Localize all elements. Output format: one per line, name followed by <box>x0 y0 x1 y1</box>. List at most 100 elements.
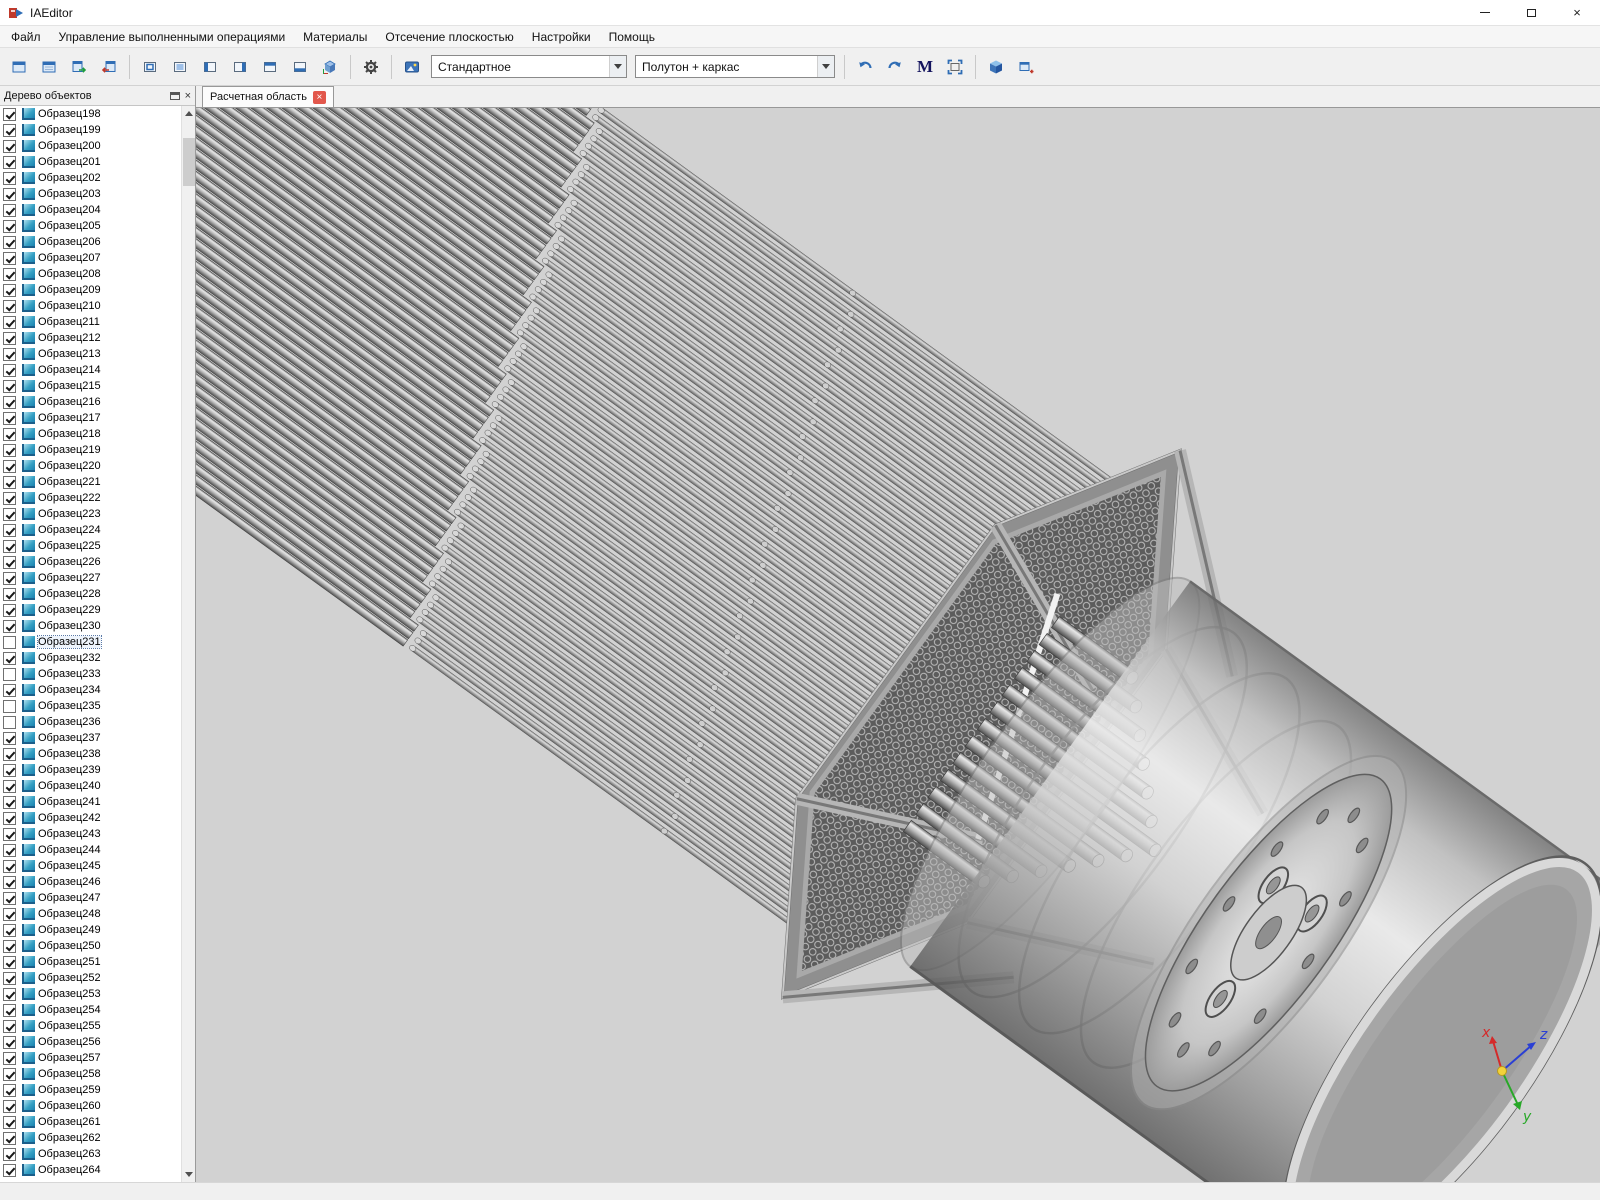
item-checkbox[interactable] <box>3 956 16 969</box>
tree-item[interactable]: Образец259 <box>0 1082 181 1098</box>
item-checkbox[interactable] <box>3 172 16 185</box>
computational-model-canvas[interactable]: xzy <box>196 108 1600 1182</box>
open-scene-button[interactable] <box>5 53 33 81</box>
tree-item[interactable]: Образец215 <box>0 378 181 394</box>
item-checkbox[interactable] <box>3 508 16 521</box>
tree-item[interactable]: Образец249 <box>0 922 181 938</box>
item-checkbox[interactable] <box>3 1068 16 1081</box>
tree-item[interactable]: Образец241 <box>0 794 181 810</box>
view-preset-dropdown-button[interactable] <box>609 56 626 77</box>
materials-button[interactable]: M <box>911 53 939 81</box>
item-checkbox[interactable] <box>3 252 16 265</box>
item-checkbox[interactable] <box>3 1164 16 1177</box>
item-checkbox[interactable] <box>3 876 16 889</box>
tree-item[interactable]: Образец233 <box>0 666 181 682</box>
tree-item[interactable]: Образец217 <box>0 410 181 426</box>
item-checkbox[interactable] <box>3 668 16 681</box>
tree-item[interactable]: Образец261 <box>0 1114 181 1130</box>
tree-item[interactable]: Образец212 <box>0 330 181 346</box>
redo-button[interactable] <box>881 53 909 81</box>
view-preset-select[interactable]: Стандартное <box>431 55 627 78</box>
tree-item[interactable]: Образец260 <box>0 1098 181 1114</box>
tree-item[interactable]: Образец229 <box>0 602 181 618</box>
menu-item[interactable]: Настройки <box>523 26 600 48</box>
tree-item[interactable]: Образец211 <box>0 314 181 330</box>
view-bottom-button[interactable] <box>286 53 314 81</box>
item-checkbox[interactable] <box>3 156 16 169</box>
tree-item[interactable]: Образец262 <box>0 1130 181 1146</box>
item-checkbox[interactable] <box>3 700 16 713</box>
tree-item[interactable]: Образец237 <box>0 730 181 746</box>
menu-item[interactable]: Материалы <box>294 26 376 48</box>
tree-item[interactable]: Образец210 <box>0 298 181 314</box>
item-checkbox[interactable] <box>3 332 16 345</box>
menu-item[interactable]: Управление выполненными операциями <box>50 26 295 48</box>
tree-item[interactable]: Образец223 <box>0 506 181 522</box>
tree-item[interactable]: Образец205 <box>0 218 181 234</box>
tree-item[interactable]: Образец203 <box>0 186 181 202</box>
menu-item[interactable]: Отсечение плоскостью <box>376 26 522 48</box>
tree-item[interactable]: Образец228 <box>0 586 181 602</box>
view-top-button[interactable] <box>256 53 284 81</box>
tree-item[interactable]: Образец198 <box>0 106 181 122</box>
tree-item[interactable]: Образец221 <box>0 474 181 490</box>
item-checkbox[interactable] <box>3 924 16 937</box>
item-checkbox[interactable] <box>3 588 16 601</box>
close-button[interactable]: × <box>1554 0 1600 25</box>
item-checkbox[interactable] <box>3 1004 16 1017</box>
tree-item[interactable]: Образец199 <box>0 122 181 138</box>
tree-item[interactable]: Образец208 <box>0 266 181 282</box>
item-checkbox[interactable] <box>3 380 16 393</box>
tree-item[interactable]: Образец200 <box>0 138 181 154</box>
tree-item[interactable]: Образец219 <box>0 442 181 458</box>
tree-item[interactable]: Образец247 <box>0 890 181 906</box>
undo-button[interactable] <box>851 53 879 81</box>
item-checkbox[interactable] <box>3 140 16 153</box>
tree-item[interactable]: Образец243 <box>0 826 181 842</box>
tree-item[interactable]: Образец232 <box>0 650 181 666</box>
item-checkbox[interactable] <box>3 316 16 329</box>
item-checkbox[interactable] <box>3 796 16 809</box>
tree-item[interactable]: Образец202 <box>0 170 181 186</box>
item-checkbox[interactable] <box>3 364 16 377</box>
float-panel-icon[interactable] <box>170 92 180 100</box>
item-checkbox[interactable] <box>3 284 16 297</box>
item-checkbox[interactable] <box>3 524 16 537</box>
tree-item[interactable]: Образец255 <box>0 1018 181 1034</box>
view-back-button[interactable] <box>166 53 194 81</box>
tree-item[interactable]: Образец246 <box>0 874 181 890</box>
item-checkbox[interactable] <box>3 780 16 793</box>
item-checkbox[interactable] <box>3 636 16 649</box>
tab-calc-area[interactable]: Расчетная область × <box>202 86 334 107</box>
item-checkbox[interactable] <box>3 1020 16 1033</box>
tree-item[interactable]: Образец231 <box>0 634 181 650</box>
item-checkbox[interactable] <box>3 732 16 745</box>
tree-item[interactable]: Образец218 <box>0 426 181 442</box>
view-left-button[interactable] <box>196 53 224 81</box>
tree-item[interactable]: Образец206 <box>0 234 181 250</box>
close-panel-icon[interactable]: × <box>185 91 191 101</box>
item-checkbox[interactable] <box>3 812 16 825</box>
snapshot-button[interactable] <box>398 53 426 81</box>
item-checkbox[interactable] <box>3 348 16 361</box>
item-checkbox[interactable] <box>3 860 16 873</box>
item-checkbox[interactable] <box>3 1100 16 1113</box>
tree-item[interactable]: Образец226 <box>0 554 181 570</box>
scroll-down-button[interactable] <box>182 1167 195 1182</box>
item-checkbox[interactable] <box>3 444 16 457</box>
render-mode-dropdown-button[interactable] <box>817 56 834 77</box>
tree-item[interactable]: Образец238 <box>0 746 181 762</box>
tree-item[interactable]: Образец234 <box>0 682 181 698</box>
render-mode-select[interactable]: Полутон + каркас <box>635 55 835 78</box>
item-checkbox[interactable] <box>3 204 16 217</box>
item-checkbox[interactable] <box>3 1084 16 1097</box>
fit-view-button[interactable] <box>941 53 969 81</box>
new-view-button[interactable] <box>1012 53 1040 81</box>
tree-item[interactable]: Образец204 <box>0 202 181 218</box>
import-model-button[interactable] <box>65 53 93 81</box>
item-checkbox[interactable] <box>3 940 16 953</box>
item-checkbox[interactable] <box>3 716 16 729</box>
item-checkbox[interactable] <box>3 652 16 665</box>
item-checkbox[interactable] <box>3 572 16 585</box>
tree-item[interactable]: Образец250 <box>0 938 181 954</box>
